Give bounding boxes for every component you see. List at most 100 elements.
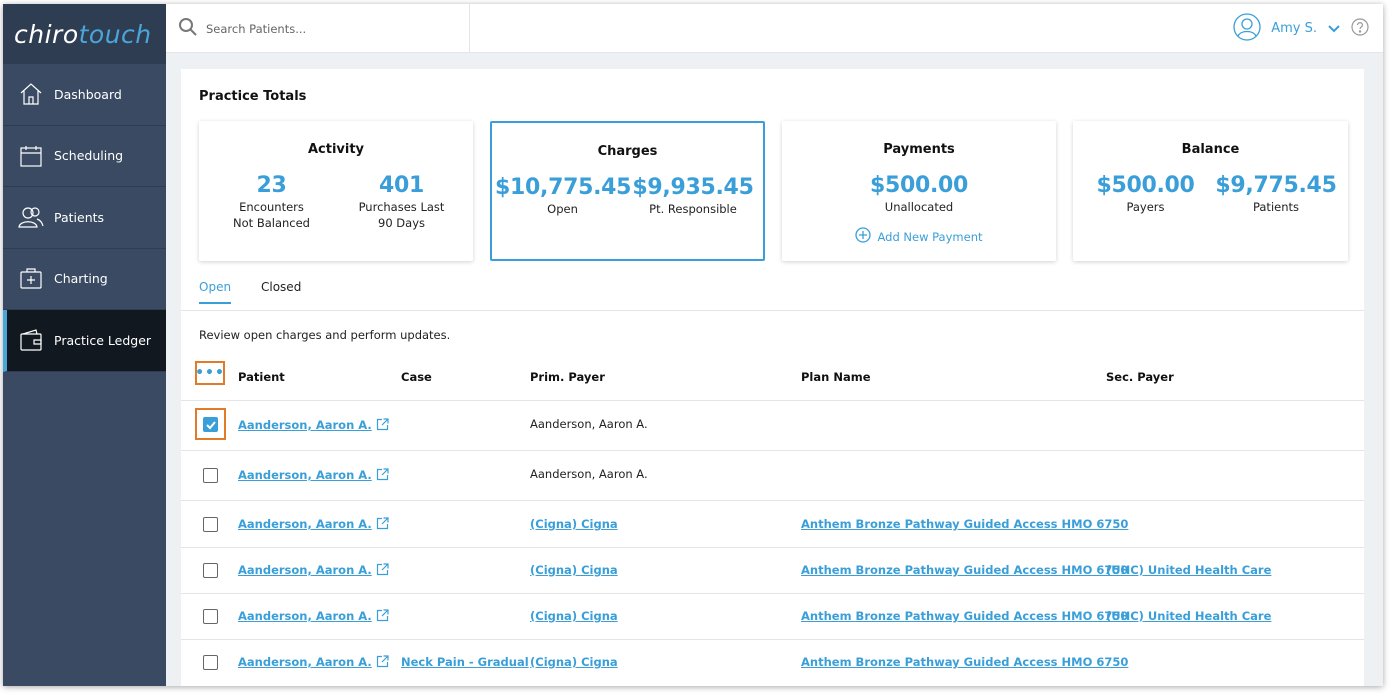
metric-label: Payers [1126, 200, 1165, 214]
sidebar-item-label: Practice Ledger [54, 332, 152, 348]
patient-link[interactable]: Aanderson, Aaron A. [238, 418, 389, 434]
main-panel: Practice Totals Activity 23 Encounters No… [181, 69, 1364, 686]
patient-link[interactable]: Aanderson, Aaron A. [238, 468, 389, 484]
sidebar-item-label: Scheduling [54, 148, 124, 164]
prim-payer-text: Aanderson, Aaron A. [530, 467, 648, 481]
metric-value: $10,775.45 [495, 175, 632, 200]
prim-payer-link[interactable]: (Cigna) Cigna [530, 609, 618, 623]
header-plan-name[interactable]: Plan Name [801, 370, 871, 384]
top-bar: Amy S. [166, 4, 1383, 53]
patient-link[interactable]: Aanderson, Aaron A. [238, 609, 389, 625]
metric-label: Purchases Last 90 Days [358, 200, 445, 230]
charting-icon [18, 266, 44, 292]
header-prim-payer[interactable]: Prim. Payer [530, 370, 605, 384]
activity-card: Activity 23 Encounters Not Balanced 401 P… [199, 121, 473, 261]
user-name: Amy S. [1271, 21, 1317, 36]
sidebar-item-charting[interactable]: Charting [3, 249, 166, 310]
external-link-icon[interactable] [376, 563, 389, 579]
prim-payer-text: Aanderson, Aaron A. [530, 417, 648, 431]
sidebar-item-label: Charting [54, 271, 108, 287]
card-title: Activity [307, 142, 365, 157]
prim-payer-link[interactable]: (Cigna) Cigna [530, 517, 618, 531]
row-checkbox[interactable] [203, 563, 218, 578]
prim-payer-link[interactable]: (Cigna) Cigna [530, 563, 618, 577]
card-title: Balance [1181, 142, 1240, 157]
header-patient[interactable]: Patient [238, 370, 285, 384]
sidebar-item-practice-ledger[interactable]: Practice Ledger [3, 310, 166, 372]
sidebar-item-label: Dashboard [54, 86, 122, 102]
header-case[interactable]: Case [401, 370, 432, 384]
card-title: Payments [883, 142, 955, 157]
external-link-icon[interactable] [376, 655, 389, 671]
user-avatar-icon [1233, 12, 1261, 45]
tab-closed[interactable]: Closed [261, 280, 301, 302]
page-title: Practice Totals [199, 89, 307, 104]
plan-name-link[interactable]: Anthem Bronze Pathway Guided Access HMO … [801, 517, 1128, 531]
plan-name-link[interactable]: Anthem Bronze Pathway Guided Access HMO … [801, 655, 1128, 669]
search-input[interactable] [206, 21, 456, 36]
home-icon [18, 81, 44, 107]
table-row: Aanderson, Aaron A. (Cigna) Cigna Anthem… [181, 501, 1364, 548]
prim-payer-link[interactable]: (Cigna) Cigna [530, 655, 618, 669]
sidebar: chiro touch Dashboard Scheduling Patients… [3, 4, 166, 686]
purchases-metric: 401 Purchases Last 90 Days [339, 173, 464, 231]
table-row: Aanderson, Aaron A. Neck Pain - Gradual … [181, 640, 1364, 686]
metric-value: $500.00 [869, 173, 969, 198]
ledger-tabs: Open Closed [181, 274, 1364, 311]
app-window: chiro touch Dashboard Scheduling Patients… [3, 4, 1383, 686]
unallocated-metric: $500.00 Unallocated [782, 173, 1056, 215]
case-link[interactable]: Neck Pain - Gradual [401, 655, 529, 669]
chevron-down-icon[interactable] [1327, 19, 1341, 38]
sec-payer-link[interactable]: (UHC) United Health Care [1106, 563, 1271, 577]
external-link-icon[interactable] [376, 468, 389, 484]
logo-text-part1: chiro [14, 19, 79, 49]
tab-open[interactable]: Open [199, 280, 232, 304]
table-row: Aanderson, Aaron A. Aanderson, Aaron A. [181, 401, 1364, 451]
payers-balance-metric: $500.00 Payers [1078, 173, 1213, 215]
external-link-icon[interactable] [376, 517, 389, 533]
patients-icon [18, 204, 44, 230]
add-new-payment-link[interactable]: Add New Payment [782, 227, 1056, 246]
logo-text-part2: touch [78, 19, 152, 49]
table-row: Aanderson, Aaron A. (Cigna) Cigna Anthem… [181, 548, 1364, 594]
patient-link[interactable]: Aanderson, Aaron A. [238, 563, 389, 579]
patient-link[interactable]: Aanderson, Aaron A. [238, 517, 389, 533]
metric-value: $9,775.45 [1215, 173, 1337, 198]
wallet-icon [18, 327, 44, 353]
plan-name-link[interactable]: Anthem Bronze Pathway Guided Access HMO … [801, 563, 1128, 577]
row-checkbox[interactable] [203, 655, 218, 670]
plan-name-link[interactable]: Anthem Bronze Pathway Guided Access HMO … [801, 609, 1128, 623]
metric-label: Pt. Responsible [649, 202, 737, 216]
pt-responsible-metric: $9,935.45 Pt. Responsible [628, 175, 758, 217]
row-checkbox[interactable] [203, 468, 218, 483]
chirotouch-logo: chiro touch [3, 4, 166, 64]
patients-balance-metric: $9,775.45 Patients [1211, 173, 1341, 215]
open-charges-metric: $10,775.45 Open [495, 175, 632, 217]
tab-description: Review open charges and perform updates. [199, 328, 451, 342]
user-menu[interactable]: Amy S. [1233, 4, 1369, 53]
table-row: Aanderson, Aaron A. Aanderson, Aaron A. [181, 451, 1364, 501]
metric-value: 401 [378, 173, 425, 198]
external-link-icon[interactable] [376, 609, 389, 625]
metric-label: Encounters Not Balanced [233, 200, 310, 230]
sidebar-item-scheduling[interactable]: Scheduling [3, 126, 166, 187]
sec-payer-link[interactable]: (UHC) United Health Care [1106, 609, 1271, 623]
metric-label: Open [547, 202, 578, 216]
table-row: Aanderson, Aaron A. (Cigna) Cigna Anthem… [181, 594, 1364, 640]
external-link-icon[interactable] [376, 418, 389, 434]
patient-link[interactable]: Aanderson, Aaron A. [238, 655, 389, 671]
metric-value: 23 [256, 173, 287, 198]
search-icon [178, 17, 198, 41]
header-sec-payer[interactable]: Sec. Payer [1106, 370, 1174, 384]
sidebar-item-dashboard[interactable]: Dashboard [3, 64, 166, 126]
row-options-menu-button[interactable]: ••• [195, 361, 225, 385]
row-checkbox[interactable] [203, 517, 218, 532]
sidebar-item-patients[interactable]: Patients [3, 187, 166, 249]
help-icon[interactable] [1351, 17, 1369, 40]
row-checkbox[interactable] [203, 609, 218, 624]
row-checkbox[interactable] [203, 417, 218, 432]
charges-card[interactable]: Charges $10,775.45 Open $9,935.45 Pt. Re… [490, 121, 765, 261]
balance-card: Balance $500.00 Payers $9,775.45 Patient… [1073, 121, 1348, 261]
card-title: Charges [597, 144, 658, 159]
patient-search [166, 4, 470, 53]
